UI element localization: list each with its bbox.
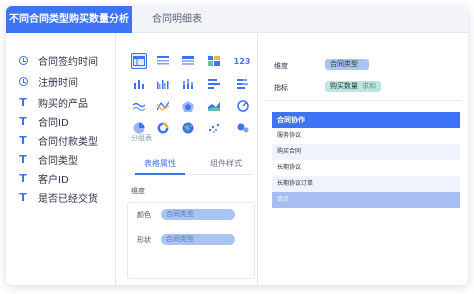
- group-table-icon[interactable]: [131, 53, 147, 69]
- clock-icon: [16, 76, 30, 86]
- tab-bar: 不同合同类型购买数量分析 合同明细表: [6, 6, 468, 33]
- tab-purchase-analysis[interactable]: 不同合同类型购买数量分析: [6, 6, 132, 33]
- field-item[interactable]: T 合同付款类型: [16, 131, 98, 149]
- radar-chart-icon[interactable]: [180, 98, 196, 114]
- metric-name: 购买数量: [330, 82, 358, 90]
- field-item[interactable]: T 合同ID: [16, 112, 69, 130]
- text-field-icon: T: [19, 190, 27, 204]
- text-field-icon: T: [19, 171, 27, 185]
- chart-type-label: 分组表: [131, 134, 152, 142]
- field-item[interactable]: T 合同类型: [16, 150, 78, 168]
- table-total-row[interactable]: 合计: [272, 192, 460, 208]
- field-label: 合同ID: [38, 117, 69, 129]
- tab-contract-detail[interactable]: 合同明细表: [132, 6, 222, 33]
- field-label: 购买的产品: [38, 98, 88, 110]
- kpi-number-icon[interactable]: 123: [231, 53, 253, 69]
- tab-table-properties[interactable]: 表格属性: [131, 158, 189, 172]
- combo-chart-icon[interactable]: [155, 98, 171, 114]
- field-label: 合同签约时间: [38, 56, 98, 68]
- table-row[interactable]: 长期协议订单: [272, 176, 460, 192]
- preview-panel: 维度 合同类型 指标 购买数量 求和 合同协作 服务协议 购买合同 长期协议 长期…: [259, 34, 468, 285]
- divider: [265, 100, 462, 101]
- text-field-icon: T: [19, 114, 27, 128]
- table-row[interactable]: 购买合同: [272, 144, 460, 160]
- metric-label: 指标: [274, 84, 288, 92]
- detail-table-icon[interactable]: [155, 53, 171, 69]
- scatter-chart-icon[interactable]: [206, 120, 222, 136]
- field-item[interactable]: T 是否已经交货: [16, 188, 98, 206]
- dimension-section-label: 维度: [131, 187, 145, 195]
- field-label: 合同付款类型: [38, 136, 98, 148]
- clock-icon: [16, 55, 30, 65]
- area-chart-icon[interactable]: [206, 98, 222, 114]
- field-label: 合同类型: [38, 155, 78, 167]
- color-label: 颜色: [137, 210, 151, 219]
- preview-table: 合同协作 服务协议 购买合同 长期协议 长期协议订单 合计: [272, 112, 460, 208]
- color-field-pill[interactable]: 合同类型: [161, 209, 235, 220]
- table-row[interactable]: 服务协议: [272, 128, 460, 144]
- map-icon[interactable]: [180, 120, 196, 136]
- field-item[interactable]: T 购买的产品: [16, 93, 88, 111]
- field-item[interactable]: T 客户ID: [16, 169, 69, 187]
- shape-field-pill[interactable]: 合同类型: [161, 234, 235, 245]
- shape-property-row: 形状 合同类型: [137, 234, 235, 245]
- bubble-chart-icon[interactable]: [235, 120, 251, 136]
- heatmap-table-icon[interactable]: [206, 53, 222, 69]
- app-window: 不同合同类型购买数量分析 合同明细表 合同签约时间 注册时间 T 购买的产品 T…: [6, 6, 468, 285]
- grouped-bar-icon[interactable]: [155, 76, 171, 92]
- metric-aggregation: 求和: [362, 82, 376, 90]
- text-field-icon: T: [19, 133, 27, 147]
- chart-config-panel: 123 分组表 表格属性 组件样式 维度 颜色 合同类型 形状 合同类型: [117, 34, 258, 285]
- bar-chart-icon[interactable]: [131, 76, 147, 92]
- table-header[interactable]: 合同协作: [272, 112, 460, 128]
- stacked-column-icon[interactable]: [180, 76, 196, 92]
- dimension-pill[interactable]: 合同类型: [325, 59, 369, 70]
- field-item[interactable]: 合同签约时间: [16, 51, 98, 69]
- crosstab-icon[interactable]: [180, 53, 196, 69]
- field-label: 客户ID: [38, 174, 69, 186]
- field-item[interactable]: 注册时间: [16, 72, 78, 90]
- metric-pill[interactable]: 购买数量 求和: [325, 81, 381, 92]
- horizontal-bar-icon[interactable]: [206, 76, 222, 92]
- line-chart-icon[interactable]: [131, 98, 147, 114]
- field-label: 是否已经交货: [38, 193, 98, 205]
- gauge-icon[interactable]: [235, 98, 251, 114]
- tab-component-style[interactable]: 组件样式: [197, 158, 255, 172]
- shape-label: 形状: [137, 235, 151, 244]
- text-field-icon: T: [19, 95, 27, 109]
- stacked-bar-icon[interactable]: [235, 76, 251, 92]
- dimension-label: 维度: [274, 62, 288, 70]
- active-tab-indicator: [135, 173, 185, 175]
- text-field-icon: T: [19, 152, 27, 166]
- field-label: 注册时间: [38, 77, 78, 89]
- field-list-panel: 合同签约时间 注册时间 T 购买的产品 T 合同ID T 合同付款类型 T 合同…: [6, 34, 116, 285]
- donut-chart-icon[interactable]: [155, 120, 171, 136]
- color-property-row: 颜色 合同类型: [137, 209, 235, 220]
- table-row[interactable]: 长期协议: [272, 160, 460, 176]
